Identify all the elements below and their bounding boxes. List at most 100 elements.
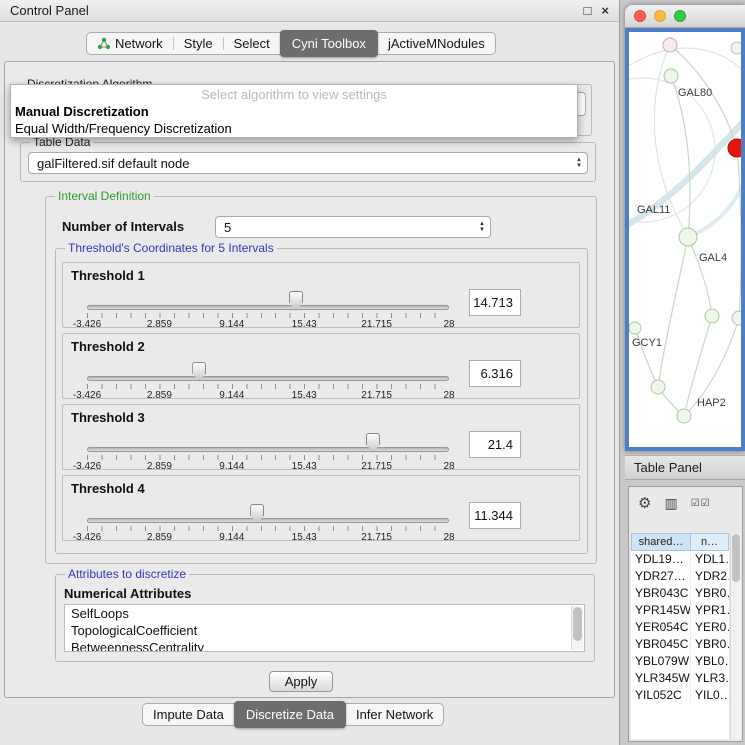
threshold-value-field[interactable]: 11.344 bbox=[469, 502, 521, 529]
table-header-row: shared… n… bbox=[631, 533, 729, 551]
tab-jactivemnodules[interactable]: jActiveMNodules bbox=[378, 33, 495, 54]
table-row[interactable]: YBR043CYBR0… bbox=[631, 585, 729, 602]
table-cell[interactable]: YDL1… bbox=[691, 551, 729, 568]
table-cell[interactable]: YIL0… bbox=[691, 687, 729, 704]
column-header-shared-name[interactable]: shared… bbox=[631, 533, 691, 551]
float-window-icon[interactable]: □ bbox=[584, 3, 592, 18]
list-item[interactable]: TopologicalCoefficient bbox=[65, 622, 584, 639]
tab-label: Select bbox=[234, 36, 270, 51]
slider-track[interactable] bbox=[87, 305, 449, 310]
network-node[interactable] bbox=[731, 42, 741, 54]
node-label: GAL80 bbox=[678, 87, 712, 99]
close-traffic-light-icon[interactable] bbox=[634, 10, 646, 22]
tick-label: 15.43 bbox=[292, 532, 317, 543]
slider-track[interactable] bbox=[87, 376, 449, 381]
table-row[interactable]: YDR27…YDR2… bbox=[631, 568, 729, 585]
list-item[interactable]: SelfLoops bbox=[65, 605, 584, 622]
table-cell[interactable]: YBR043C bbox=[631, 585, 691, 602]
tick-label: 15.43 bbox=[292, 390, 317, 401]
threshold-value-field[interactable]: 21.4 bbox=[469, 431, 521, 458]
table-cell[interactable]: YER054C bbox=[631, 619, 691, 636]
table-row[interactable]: YER054CYER0… bbox=[631, 619, 729, 636]
network-node[interactable] bbox=[629, 322, 641, 334]
network-node[interactable] bbox=[663, 38, 677, 52]
tab-select[interactable]: Select bbox=[224, 33, 280, 54]
network-canvas[interactable]: GAL80 GAL11 GAL4 GCY1 HAP2 bbox=[629, 32, 741, 447]
tick-label: 9.144 bbox=[219, 461, 244, 472]
slider-ticks bbox=[87, 455, 449, 460]
apply-button[interactable]: Apply bbox=[269, 671, 333, 692]
tab-discretize-data[interactable]: Discretize Data bbox=[234, 701, 346, 728]
table-data-selected-value: galFiltered.sif default node bbox=[29, 156, 571, 171]
threshold-label: Threshold 3 bbox=[71, 410, 145, 425]
threshold-slider[interactable]: -3.426 2.859 9.144 15.43 21.715 28 bbox=[87, 289, 449, 327]
dropdown-option-equal-width[interactable]: Equal Width/Frequency Discretization bbox=[11, 120, 577, 137]
table-cell[interactable]: YER0… bbox=[691, 619, 729, 636]
network-node[interactable] bbox=[679, 228, 697, 246]
network-node[interactable] bbox=[651, 380, 665, 394]
threshold-value-field[interactable]: 14.713 bbox=[469, 289, 521, 316]
zoom-traffic-light-icon[interactable] bbox=[674, 10, 686, 22]
network-icon bbox=[97, 37, 110, 50]
slider-track[interactable] bbox=[87, 447, 449, 452]
table-cell[interactable]: YDL19… bbox=[631, 551, 691, 568]
table-cell[interactable]: YBL0… bbox=[691, 653, 729, 670]
table-row[interactable]: YPR145WYPR1… bbox=[631, 602, 729, 619]
table-cell[interactable]: YBR045C bbox=[631, 636, 691, 653]
settings-gear-icon[interactable]: ⚙ bbox=[638, 494, 651, 512]
table-row[interactable]: YDL19…YDL1… bbox=[631, 551, 729, 568]
table-panel-title: Table Panel bbox=[634, 460, 702, 475]
stepper-icon: ▲ ▼ bbox=[474, 221, 490, 233]
number-of-intervals-select[interactable]: 5 ▲ ▼ bbox=[215, 216, 491, 238]
table-cell[interactable]: YDR27… bbox=[631, 568, 691, 585]
table-scrollbar[interactable] bbox=[730, 533, 741, 739]
table-cell[interactable]: YIL052C bbox=[631, 687, 691, 704]
table-row[interactable]: YLR345WYLR3… bbox=[631, 670, 729, 687]
tick-label: 21.715 bbox=[361, 532, 392, 543]
columns-icon[interactable]: ▥ bbox=[664, 495, 677, 512]
tab-style[interactable]: Style bbox=[174, 33, 223, 54]
tick-label: -3.426 bbox=[73, 319, 101, 330]
network-node[interactable] bbox=[664, 69, 678, 83]
slider-tick-labels: -3.426 2.859 9.144 15.43 21.715 28 bbox=[87, 532, 449, 544]
threshold-slider[interactable]: -3.426 2.859 9.144 15.43 21.715 28 bbox=[87, 431, 449, 469]
tick-label: 2.859 bbox=[147, 461, 172, 472]
network-node[interactable] bbox=[732, 311, 741, 325]
minimize-traffic-light-icon[interactable] bbox=[654, 10, 666, 22]
scrollbar-thumb[interactable] bbox=[732, 534, 740, 582]
table-row[interactable]: YBR045CYBR0… bbox=[631, 636, 729, 653]
tab-infer-network[interactable]: Infer Network bbox=[346, 704, 443, 725]
dropdown-option-manual[interactable]: Manual Discretization bbox=[11, 103, 577, 120]
threshold-slider[interactable]: -3.426 2.859 9.144 15.43 21.715 28 bbox=[87, 502, 449, 540]
threshold-slider[interactable]: -3.426 2.859 9.144 15.43 21.715 28 bbox=[87, 360, 449, 398]
table-cell[interactable]: YBL079W bbox=[631, 653, 691, 670]
stepper-down-icon: ▼ bbox=[576, 163, 582, 169]
network-node[interactable] bbox=[677, 409, 691, 423]
table-row[interactable]: YBL079WYBL0… bbox=[631, 653, 729, 670]
slider-track[interactable] bbox=[87, 518, 449, 523]
scrollbar-thumb[interactable] bbox=[573, 607, 582, 641]
table-cell[interactable]: YPR1… bbox=[691, 602, 729, 619]
table-cell[interactable]: YPR145W bbox=[631, 602, 691, 619]
table-data-select[interactable]: galFiltered.sif default node ▲ ▼ bbox=[28, 152, 588, 174]
selected-network-node[interactable] bbox=[728, 139, 741, 157]
list-scrollbar[interactable] bbox=[571, 606, 583, 650]
desktop: Control Panel □ × Network Style Select bbox=[0, 0, 745, 745]
table-row[interactable]: YIL052CYIL0… bbox=[631, 687, 729, 704]
network-node[interactable] bbox=[705, 309, 719, 323]
table-cell[interactable]: YDR2… bbox=[691, 568, 729, 585]
select-rows-checkboxes-icon[interactable]: ☑☑ bbox=[691, 498, 711, 509]
column-header-name[interactable]: n… bbox=[691, 533, 729, 551]
table-cell[interactable]: YLR345W bbox=[631, 670, 691, 687]
tab-impute-data[interactable]: Impute Data bbox=[143, 704, 234, 725]
top-tab-bar: Network Style Select Cyni Toolbox jActiv… bbox=[86, 32, 496, 55]
close-icon[interactable]: × bbox=[601, 3, 609, 18]
threshold-value-field[interactable]: 6.316 bbox=[469, 360, 521, 387]
tab-network[interactable]: Network bbox=[87, 33, 173, 54]
table-cell[interactable]: YBR0… bbox=[691, 585, 729, 602]
list-item[interactable]: BetweennessCentrality bbox=[65, 639, 584, 652]
table-cell[interactable]: YBR0… bbox=[691, 636, 729, 653]
table-cell[interactable]: YLR3… bbox=[691, 670, 729, 687]
tab-cyni-toolbox[interactable]: Cyni Toolbox bbox=[280, 30, 378, 57]
threshold-label: Threshold 2 bbox=[71, 339, 145, 354]
